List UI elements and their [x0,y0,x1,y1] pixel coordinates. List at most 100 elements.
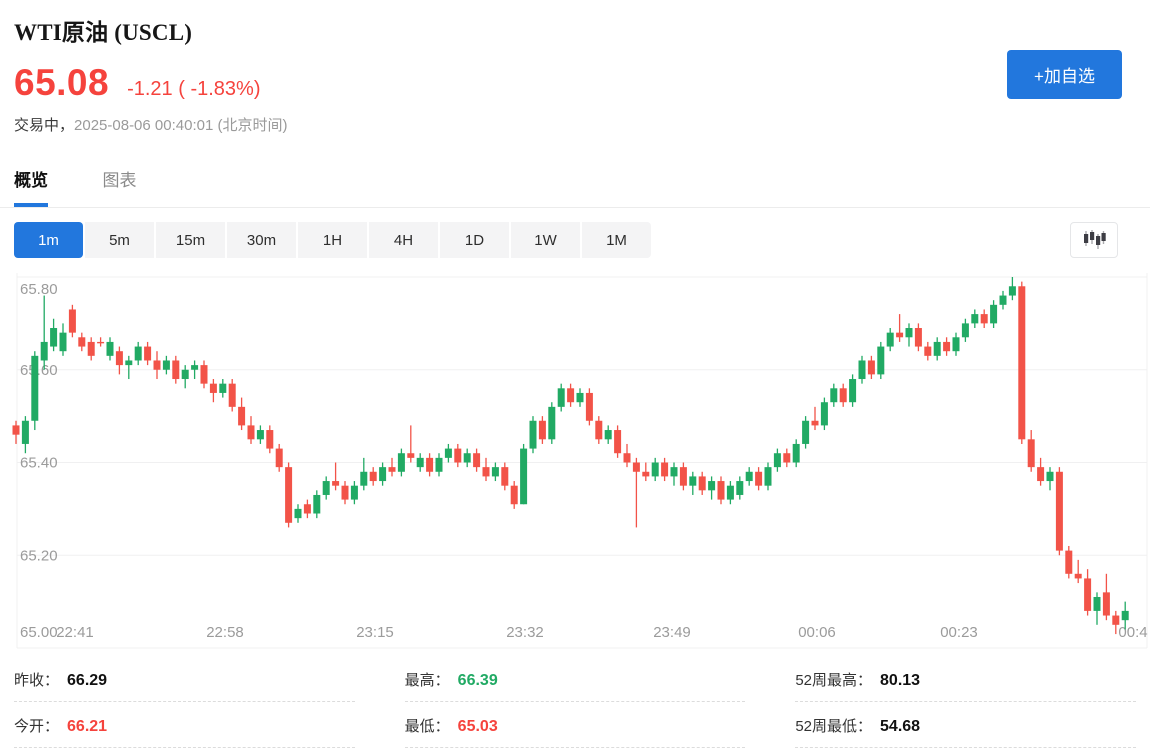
candle-body [219,384,226,393]
candle-body [436,458,443,472]
candle-body [163,360,170,369]
candle-body [868,360,875,374]
candle-body [642,472,649,477]
y-axis-tick: 65.20 [20,547,58,564]
candle-body [379,467,386,481]
tab-overview[interactable]: 概览 [14,166,48,207]
candle-body [830,388,837,402]
stat-value: 66.21 [67,718,107,736]
candle-body [689,476,696,485]
candle-body [31,356,38,421]
candle-body [849,379,856,402]
stat-high: 最高： 66.39 [405,656,746,702]
candle-body [971,314,978,323]
candle-body [614,430,621,453]
x-axis-tick: 00:4 [1118,624,1147,641]
candle-body [943,342,950,351]
candle-body [464,453,471,462]
candle-body [1047,472,1054,481]
candle-body [915,328,922,347]
stat-open: 今开： 66.21 [14,702,355,748]
x-axis-tick: 22:58 [206,624,244,641]
candle-body [746,472,753,481]
candle-body [1018,286,1025,439]
candle-body [812,421,819,426]
candle-body [191,365,198,370]
candle-body [454,449,461,463]
stat-label: 52周最高： [795,669,872,690]
candle-body [924,347,931,356]
candle-body [539,421,546,440]
stats-col-1: 昨收： 66.29 今开： 66.21 [14,656,355,748]
candle-body [445,449,452,458]
stat-value: 80.13 [880,672,920,690]
candle-body [50,328,57,347]
candle-body [718,481,725,500]
candle-body [821,402,828,425]
trading-status-row: 交易中，2025-08-06 00:40:01 (北京时间) [14,114,287,135]
candle-body [1112,616,1119,625]
candle-body [736,481,743,495]
candle-body [1037,467,1044,481]
chart-canvas[interactable]: 65.8065.6065.4065.2065.0022:4122:5823:15… [0,253,1150,653]
candle-body [652,463,659,477]
stat-label: 昨收： [14,669,59,690]
candle-body [708,481,715,490]
candle-body [567,388,574,402]
candle-body [633,463,640,472]
stat-label: 今开： [14,715,59,736]
quote-stats: 昨收： 66.29 今开： 66.21 最高： 66.39 最低： 65.03 … [14,656,1136,748]
candle-body [1122,611,1129,620]
candle-body [840,388,847,402]
candle-body [727,486,734,500]
candlestick-icon [1082,230,1106,250]
tab-chart[interactable]: 图表 [102,166,136,207]
candle-body [1103,592,1110,615]
candle-body [417,458,424,467]
quote-page: { "theme": { "red": "#f5433d", "green": … [0,0,1150,753]
price-row: 65.08 -1.21 ( -1.83%) [14,62,260,104]
stat-52w-high: 52周最高： 80.13 [795,656,1136,702]
candle-body [990,305,997,324]
stat-label: 52周最低： [795,715,872,736]
candle-body [125,360,132,365]
stat-value: 66.29 [67,672,107,690]
candle-body [473,453,480,467]
candle-body [595,421,602,440]
candle-body [605,430,612,439]
candle-body [97,342,104,343]
candle-body [107,342,114,356]
x-axis-tick: 23:49 [653,624,691,641]
candle-body [877,347,884,375]
stats-col-3: 52周最高： 80.13 52周最低： 54.68 [795,656,1136,748]
candle-body [172,360,179,379]
x-axis-tick: 00:06 [798,624,836,641]
candle-body [313,495,320,514]
page-title: WTI原油 (USCL) [14,13,192,47]
candle-body [483,467,490,476]
candle-body [116,351,123,365]
x-axis-tick: 00:23 [940,624,978,641]
candle-body [370,472,377,481]
candle-body [530,421,537,449]
candle-body [144,347,151,361]
add-watchlist-button[interactable]: +加自选 [1007,50,1122,99]
candle-body [295,509,302,518]
candle-body [69,309,76,332]
candle-body [360,472,367,486]
candle-body [332,481,339,486]
candle-body [285,467,292,523]
candle-body [671,467,678,476]
x-axis-tick: 22:41 [56,624,94,641]
stat-value: 54.68 [880,718,920,736]
candle-body [398,453,405,472]
candle-body [342,486,349,500]
candle-body [238,407,245,426]
candle-body [13,425,20,434]
candlestick-chart[interactable]: 65.8065.6065.4065.2065.0022:4122:5823:15… [0,253,1150,653]
candle-body [1009,286,1016,295]
tab-bar: 概览 图表 [0,166,1150,208]
candle-body [210,384,217,393]
candle-body [661,463,668,477]
y-axis-tick: 65.00 [20,624,58,641]
